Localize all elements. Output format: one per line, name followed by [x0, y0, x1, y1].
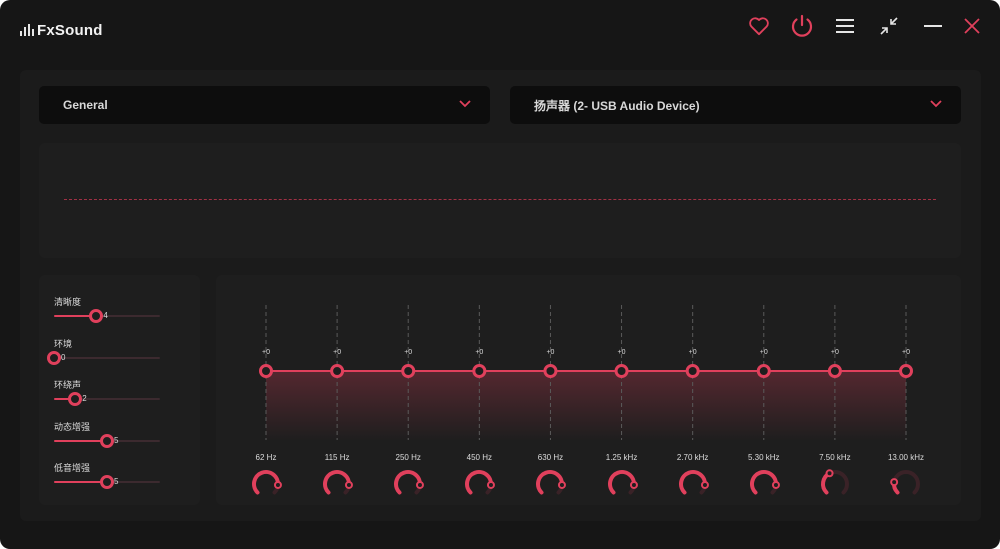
eq-band-frequency: 630 Hz	[537, 453, 564, 462]
eq-band-handle[interactable]	[543, 364, 558, 378]
effect-slider-value: 0	[61, 353, 66, 362]
effect-slider-handle[interactable]	[100, 475, 114, 489]
effect-label: 环绕声	[54, 380, 82, 390]
effect-label: 环境	[54, 339, 73, 349]
eq-band-frequency: 13.00 kHz	[887, 453, 925, 462]
effect-slider[interactable]: 0	[47, 351, 160, 365]
effect-slider[interactable]: 4	[54, 309, 160, 323]
minimize-view-icon	[880, 17, 898, 35]
eq-band-dial[interactable]	[890, 468, 922, 500]
eq-band-handle[interactable]	[899, 364, 913, 378]
eq-band-gain: +0	[404, 349, 413, 356]
spectrum-visualizer	[39, 143, 961, 258]
eq-band-frequency: 250 Hz	[395, 453, 421, 462]
effect-label: 低音增强	[54, 463, 91, 473]
eq-band-dial[interactable]	[606, 468, 638, 500]
eq-band-frequency: 62 Hz	[255, 453, 277, 462]
eq-band-gain: +0	[262, 349, 270, 356]
eq-band-handle[interactable]	[330, 364, 345, 378]
device-selected-value: 扬声器 (2- USB Audio Device)	[534, 98, 700, 113]
eq-band-frequency: 2.70 kHz	[676, 453, 709, 462]
eq-band-gain: +0	[333, 349, 342, 356]
eq-band-gain: +0	[475, 349, 484, 356]
eq-band-dial[interactable]	[250, 468, 282, 500]
eq-band-gain: +0	[617, 349, 626, 356]
effect-slider-value: 5	[114, 477, 119, 486]
eq-band-frequency: 5.30 kHz	[747, 453, 780, 462]
effect-slider-value: 5	[114, 436, 119, 445]
eq-band-handle[interactable]	[756, 364, 771, 378]
effect-slider-handle[interactable]	[89, 309, 104, 323]
minimize-view-button[interactable]	[875, 12, 903, 40]
spectrum-baseline	[64, 199, 936, 200]
output-device-dropdown[interactable]: 扬声器 (2- USB Audio Device)	[510, 86, 961, 124]
effect-slider-handle[interactable]	[68, 392, 83, 406]
equalizer-panel: +0 62 Hz +0 115 Hz +0 250 Hz +0 450 Hz +0 630 Hz +…	[216, 275, 961, 505]
preset-selected-value: General	[63, 98, 108, 112]
effect-slider[interactable]: 5	[54, 475, 160, 489]
eq-band-dial[interactable]	[748, 468, 780, 500]
eq-curve-fill	[266, 371, 906, 441]
effect-label: 清晰度	[54, 297, 82, 307]
effects-panel: 清晰度 4 环境 0 环绕声 2 动态增强 5 低音增强 5	[39, 275, 200, 505]
fxsound-window: FxSound General 扬声器 (2- USB Audio Device…	[0, 0, 1000, 549]
eq-band-handle[interactable]	[827, 364, 842, 378]
favorite-button[interactable]	[745, 12, 773, 40]
eq-band-frequency: 450 Hz	[466, 453, 492, 462]
eq-band-handle[interactable]	[685, 364, 700, 378]
eq-band-gain: +0	[546, 349, 555, 356]
eq-band-handle[interactable]	[259, 364, 273, 378]
eq-band-gain: +0	[830, 349, 839, 356]
effect-slider-handle[interactable]	[47, 351, 61, 365]
heart-icon	[749, 17, 769, 36]
eq-band-gain: +0	[902, 349, 910, 356]
eq-band-dial[interactable]	[677, 468, 709, 500]
effect-label: 动态增强	[54, 422, 91, 432]
effect-slider-value: 2	[82, 394, 87, 403]
chevron-down-icon	[459, 100, 471, 108]
power-button[interactable]	[788, 12, 816, 40]
eq-band-frequency: 1.25 kHz	[605, 453, 638, 462]
eq-band-handle[interactable]	[472, 364, 487, 378]
effect-slider-handle[interactable]	[100, 434, 114, 448]
eq-band-gain: +0	[759, 349, 768, 356]
title-bar: FxSound	[0, 0, 1000, 56]
eq-band-dial[interactable]	[321, 468, 354, 500]
eq-band-dial[interactable]	[819, 468, 851, 500]
eq-band-dial[interactable]	[392, 468, 425, 500]
eq-band-dial[interactable]	[534, 468, 567, 500]
minimize-icon	[924, 25, 942, 27]
minimize-button[interactable]	[919, 12, 947, 40]
eq-band-gain: +0	[688, 349, 697, 356]
logo-bars-icon	[20, 24, 34, 36]
close-button[interactable]	[958, 12, 986, 40]
app-logo: FxSound	[20, 20, 103, 40]
menu-icon	[836, 19, 854, 33]
app-title: FxSound	[37, 21, 103, 39]
preset-dropdown[interactable]: General	[39, 86, 490, 124]
effect-slider-value: 4	[103, 311, 108, 320]
chevron-down-icon	[930, 100, 942, 108]
eq-band-handle[interactable]	[614, 364, 629, 378]
effect-slider[interactable]: 5	[54, 434, 160, 448]
close-icon	[964, 18, 980, 34]
eq-band-frequency: 115 Hz	[324, 453, 350, 462]
power-icon	[791, 14, 813, 37]
menu-button[interactable]	[831, 12, 859, 40]
eq-band-dial[interactable]	[463, 468, 496, 500]
effect-slider[interactable]: 2	[54, 392, 160, 406]
eq-band-frequency: 7.50 kHz	[819, 453, 851, 462]
eq-band-handle[interactable]	[401, 364, 416, 378]
